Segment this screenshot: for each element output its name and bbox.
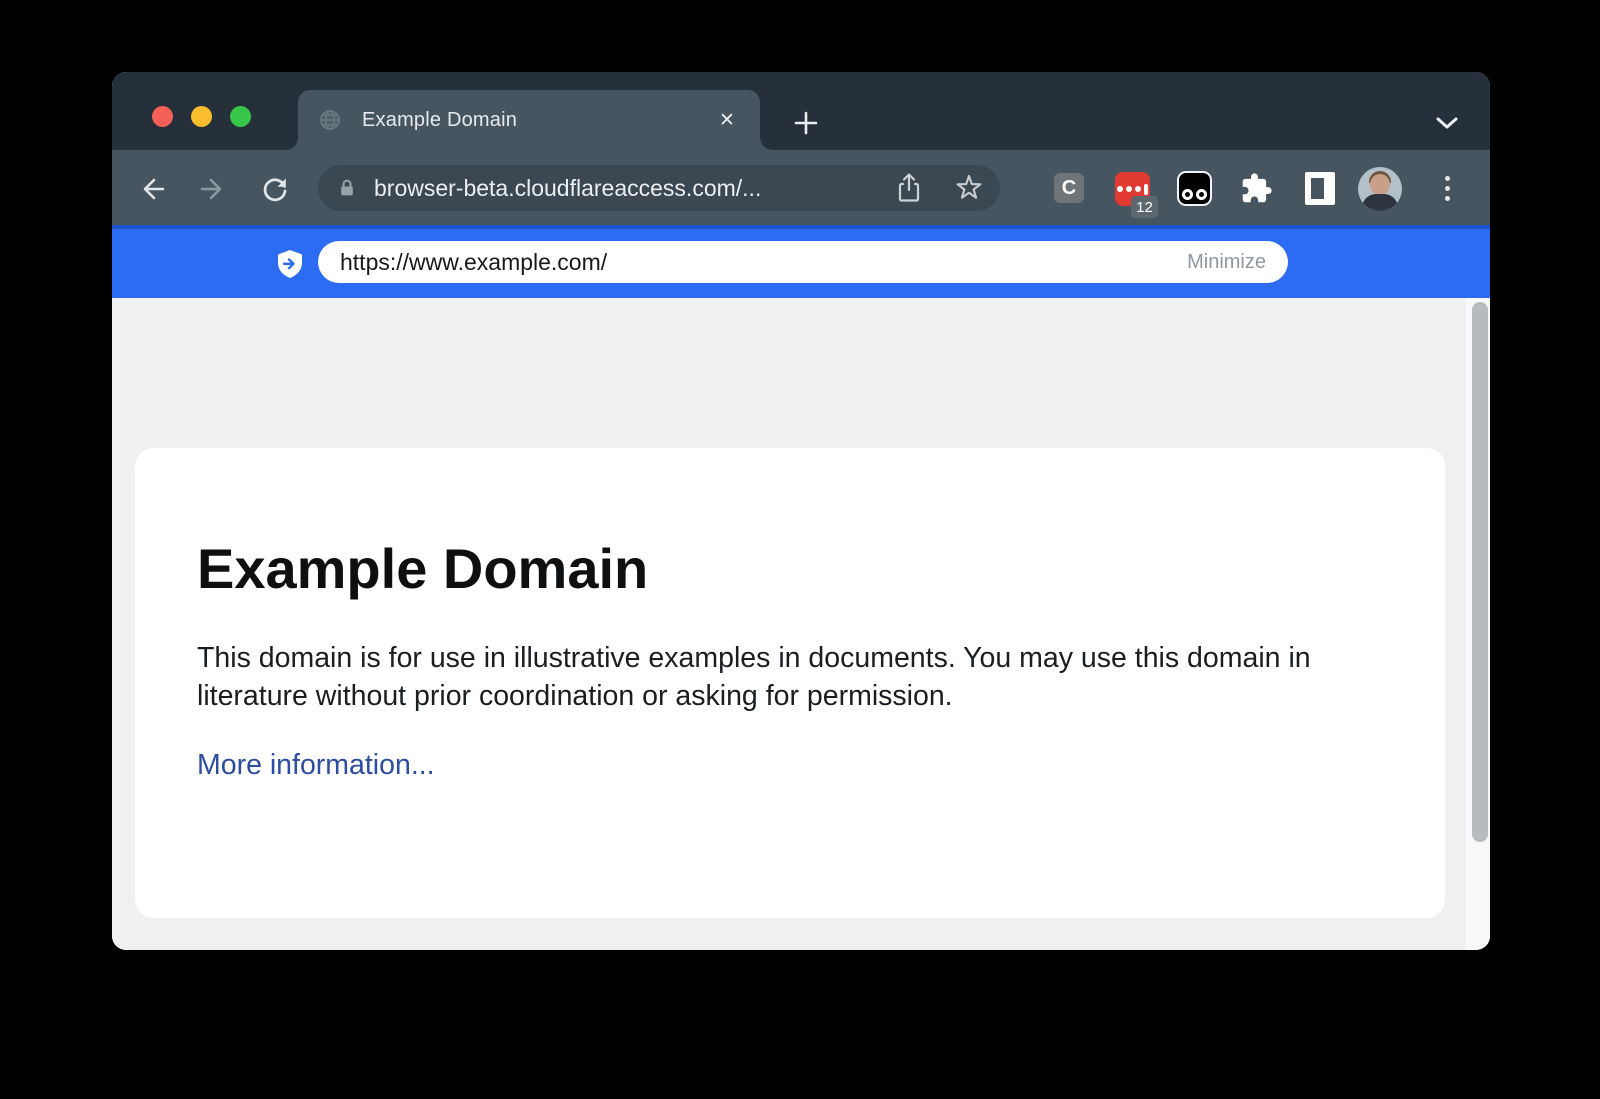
circle-icon	[1182, 189, 1193, 200]
minimize-toolbar-button[interactable]: Minimize	[1187, 251, 1266, 274]
star-icon	[953, 172, 985, 204]
dot-icon	[1126, 186, 1132, 192]
more-information-link[interactable]: More information...	[197, 749, 435, 782]
browser-menu-button[interactable]	[1434, 170, 1460, 206]
bookmark-button[interactable]	[952, 171, 986, 205]
dot-icon	[1445, 176, 1450, 181]
forward-icon	[197, 173, 229, 205]
minimize-window-button[interactable]	[191, 106, 212, 127]
page-body-text: This domain is for use in illustrative e…	[197, 639, 1357, 715]
page-viewport: Example Domain This domain is for use in…	[112, 298, 1490, 950]
side-panel-button[interactable]	[1305, 172, 1335, 205]
remote-url-value: https://www.example.com/	[340, 249, 1187, 276]
tab-strip: Example Domain ✕	[112, 72, 1490, 150]
extension-oo-button[interactable]	[1177, 171, 1212, 206]
back-button[interactable]	[134, 171, 170, 207]
tab-title: Example Domain	[362, 109, 714, 132]
address-bar-url: browser-beta.cloudflareaccess.com/...	[374, 175, 892, 202]
page-title: Example Domain	[197, 536, 1383, 601]
new-tab-button[interactable]	[788, 105, 824, 141]
address-bar[interactable]: browser-beta.cloudflareaccess.com/...	[318, 165, 1000, 211]
shield-arrow-icon	[276, 249, 304, 279]
tab-close-icon[interactable]: ✕	[714, 107, 740, 133]
chevron-down-icon	[1436, 117, 1458, 129]
lock-icon	[336, 177, 358, 199]
screenshot-background: Example Domain ✕	[0, 0, 1600, 1099]
circle-icon	[1196, 189, 1207, 200]
side-panel-icon	[1311, 178, 1324, 199]
remote-url-input[interactable]: https://www.example.com/ Minimize	[318, 241, 1288, 283]
reload-button[interactable]	[257, 171, 293, 207]
extension-badge-count: 12	[1131, 196, 1158, 218]
reload-icon	[259, 173, 291, 205]
example-domain-card: Example Domain This domain is for use in…	[135, 448, 1445, 918]
profile-avatar[interactable]	[1358, 167, 1402, 211]
plus-icon	[793, 110, 819, 136]
bar-icon	[1144, 184, 1148, 195]
puzzle-icon	[1240, 172, 1273, 205]
scrollbar-thumb[interactable]	[1472, 302, 1488, 842]
active-tab[interactable]: Example Domain ✕	[298, 90, 760, 150]
forward-button[interactable]	[195, 171, 231, 207]
isolation-toolbar: https://www.example.com/ Minimize	[112, 225, 1490, 298]
dot-icon	[1445, 186, 1450, 191]
avatar-body	[1362, 194, 1398, 211]
browser-window: Example Domain ✕	[112, 72, 1490, 950]
share-icon	[894, 172, 924, 204]
avatar-face	[1370, 174, 1390, 195]
dot-icon	[1445, 196, 1450, 201]
navigation-bar: browser-beta.cloudflareaccess.com/... C	[112, 150, 1490, 225]
extension-c-button[interactable]: C	[1054, 173, 1084, 203]
close-window-button[interactable]	[152, 106, 173, 127]
dot-icon	[1117, 186, 1123, 192]
dot-icon	[1135, 186, 1141, 192]
zoom-window-button[interactable]	[230, 106, 251, 127]
back-icon	[136, 173, 168, 205]
extensions-menu-button[interactable]	[1238, 170, 1274, 206]
tab-search-button[interactable]	[1429, 110, 1465, 136]
globe-icon	[318, 108, 342, 132]
share-button[interactable]	[892, 171, 926, 205]
